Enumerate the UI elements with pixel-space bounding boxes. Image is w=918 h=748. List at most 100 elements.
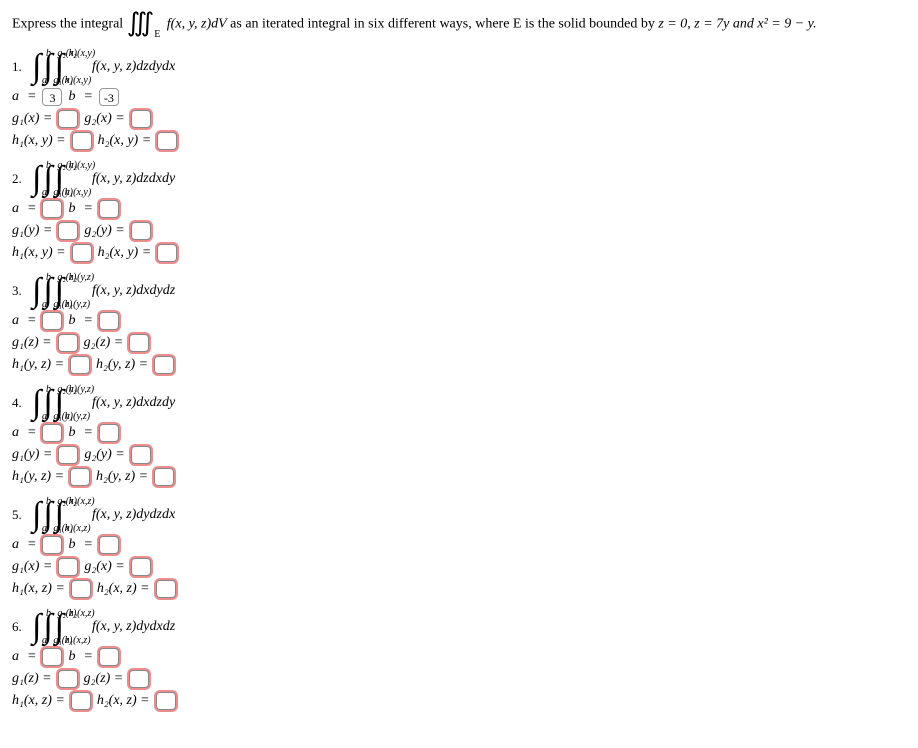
integral-sign: ∫ba	[32, 612, 41, 642]
integral-sign: ∫g₂(z)g₁(z)	[43, 276, 52, 306]
g1-label: g₁(x) =	[12, 111, 52, 127]
a-label: a	[12, 89, 19, 105]
g2-input[interactable]	[129, 670, 149, 688]
h2-input[interactable]	[156, 692, 176, 710]
h2-input[interactable]	[154, 468, 174, 486]
integrand: f(x, y, z)dzdxdy	[92, 171, 175, 187]
g2-input[interactable]	[131, 446, 151, 464]
problem-block: 4.∫ba∫g₂(y)g₁(y)∫h₂(y,z)h₁(y,z)f(x, y, z…	[12, 388, 906, 486]
a-input[interactable]	[42, 648, 62, 666]
g1-label: g₁(z) =	[12, 671, 52, 687]
h2-input[interactable]	[157, 244, 177, 262]
a-input[interactable]	[42, 312, 62, 330]
g1-input[interactable]	[58, 334, 78, 352]
problem-block: 1.∫ba∫g₂(x)g₁(x)∫h₂(x,y)h₁(x,y)f(x, y, z…	[12, 52, 906, 150]
integral-sign: ∫h₂(x,z)h₁(x,z)	[55, 500, 64, 530]
integral-sign: ∫h₂(y,z)h₁(y,z)	[55, 388, 64, 418]
integrand: f(x, y, z)dydzdx	[92, 507, 175, 523]
problem-block: 2.∫ba∫g₂(y)g₁(y)∫h₂(x,y)h₁(x,y)f(x, y, z…	[12, 164, 906, 262]
b-input[interactable]	[99, 648, 119, 666]
problem-statement: Express the integral ∭E f(x, y, z)dV as …	[12, 8, 906, 40]
b-input[interactable]	[99, 424, 119, 442]
upper-limit: h₂(y,z)	[69, 272, 94, 283]
b-input[interactable]: -3	[99, 88, 119, 106]
g-row: g₁(z) =g₂(z) =	[12, 334, 906, 352]
lower-limit: h₁(y,z)	[65, 411, 90, 422]
integral-expression: 2.∫ba∫g₂(y)g₁(y)∫h₂(x,y)h₁(x,y)f(x, y, z…	[12, 164, 906, 194]
g2-input[interactable]	[129, 334, 149, 352]
h1-label: h₁(x, y) =	[12, 245, 66, 261]
h2-label: h₂(x, z) =	[97, 581, 150, 597]
g2-input[interactable]	[131, 558, 151, 576]
ab-row: a=b=	[12, 648, 906, 666]
g1-input[interactable]	[58, 558, 78, 576]
g1-input[interactable]	[58, 222, 78, 240]
problem-number: 4.	[12, 395, 28, 411]
integral-sign: ∫h₂(x,y)h₁(x,y)	[55, 52, 64, 82]
g2-label: g₂(y) =	[84, 223, 124, 239]
intro-conditions: z = 0, z = 7y and x² = 9 − y.	[658, 16, 816, 31]
h1-input[interactable]	[71, 580, 91, 598]
h1-label: h₁(x, y) =	[12, 133, 66, 149]
integral-sign: ∫g₂(z)g₁(z)	[43, 612, 52, 642]
integral-expression: 3.∫ba∫g₂(z)g₁(z)∫h₂(y,z)h₁(y,z)f(x, y, z…	[12, 276, 906, 306]
g2-input[interactable]	[131, 222, 151, 240]
ab-row: a=b=	[12, 312, 906, 330]
integral-expression: 1.∫ba∫g₂(x)g₁(x)∫h₂(x,y)h₁(x,y)f(x, y, z…	[12, 52, 906, 82]
g2-input[interactable]	[131, 110, 151, 128]
g1-input[interactable]	[58, 110, 78, 128]
h1-input[interactable]	[72, 244, 92, 262]
g-row: g₁(z) =g₂(z) =	[12, 670, 906, 688]
a-input[interactable]	[42, 200, 62, 218]
ab-row: a=3b=-3	[12, 88, 906, 106]
triple-integral-symbol: ∭E	[127, 8, 167, 37]
upper-limit: h₂(y,z)	[69, 384, 94, 395]
h1-input[interactable]	[71, 692, 91, 710]
g1-input[interactable]	[58, 670, 78, 688]
h2-input[interactable]	[156, 580, 176, 598]
a-label: a	[12, 537, 19, 553]
h-row: h₁(x, y) =h₂(x, y) =	[12, 132, 906, 150]
a-input[interactable]	[42, 424, 62, 442]
problem-number: 5.	[12, 507, 28, 523]
integrand: f(x, y, z)dydxdz	[92, 619, 175, 635]
h1-input[interactable]	[70, 468, 90, 486]
g1-label: g₁(z) =	[12, 335, 52, 351]
intro-fn: f(x, y, z)dV	[167, 16, 227, 31]
problem-number: 6.	[12, 619, 28, 635]
ab-row: a=b=	[12, 536, 906, 554]
b-label: b	[68, 201, 75, 217]
integral-sign: ∫h₂(y,z)h₁(y,z)	[55, 276, 64, 306]
g1-label: g₁(y) =	[12, 223, 52, 239]
b-label: b	[68, 425, 75, 441]
upper-limit: h₂(x,z)	[69, 496, 95, 507]
integral-expression: 4.∫ba∫g₂(y)g₁(y)∫h₂(y,z)h₁(y,z)f(x, y, z…	[12, 388, 906, 418]
integral-sign: ∫g₂(y)g₁(y)	[43, 388, 52, 418]
h2-label: h₂(y, z) =	[96, 469, 148, 485]
a-label: a	[12, 201, 19, 217]
integral-sign: ∫ba	[32, 164, 41, 194]
h-row: h₁(x, z) =h₂(x, z) =	[12, 580, 906, 598]
g2-label: g₂(x) =	[84, 559, 124, 575]
g1-input[interactable]	[58, 446, 78, 464]
b-input[interactable]	[99, 536, 119, 554]
b-label: b	[68, 89, 75, 105]
h2-label: h₂(y, z) =	[96, 357, 148, 373]
a-input[interactable]	[42, 536, 62, 554]
h2-input[interactable]	[157, 132, 177, 150]
a-input[interactable]: 3	[42, 88, 62, 106]
lower-limit: h₁(x,z)	[65, 635, 91, 646]
h1-input[interactable]	[70, 356, 90, 374]
upper-limit: h₂(x,y)	[69, 48, 96, 59]
h2-input[interactable]	[154, 356, 174, 374]
g-row: g₁(y) =g₂(y) =	[12, 446, 906, 464]
g-row: g₁(x) = g₂(x) =	[12, 110, 906, 128]
ab-row: a=b=	[12, 424, 906, 442]
g2-label: g₂(x) =	[84, 111, 124, 127]
h1-input[interactable]	[72, 132, 92, 150]
integrand: f(x, y, z)dxdzdy	[92, 395, 175, 411]
h-row: h₁(y, z) =h₂(y, z) =	[12, 356, 906, 374]
b-label: b	[68, 649, 75, 665]
b-input[interactable]	[99, 200, 119, 218]
b-input[interactable]	[99, 312, 119, 330]
